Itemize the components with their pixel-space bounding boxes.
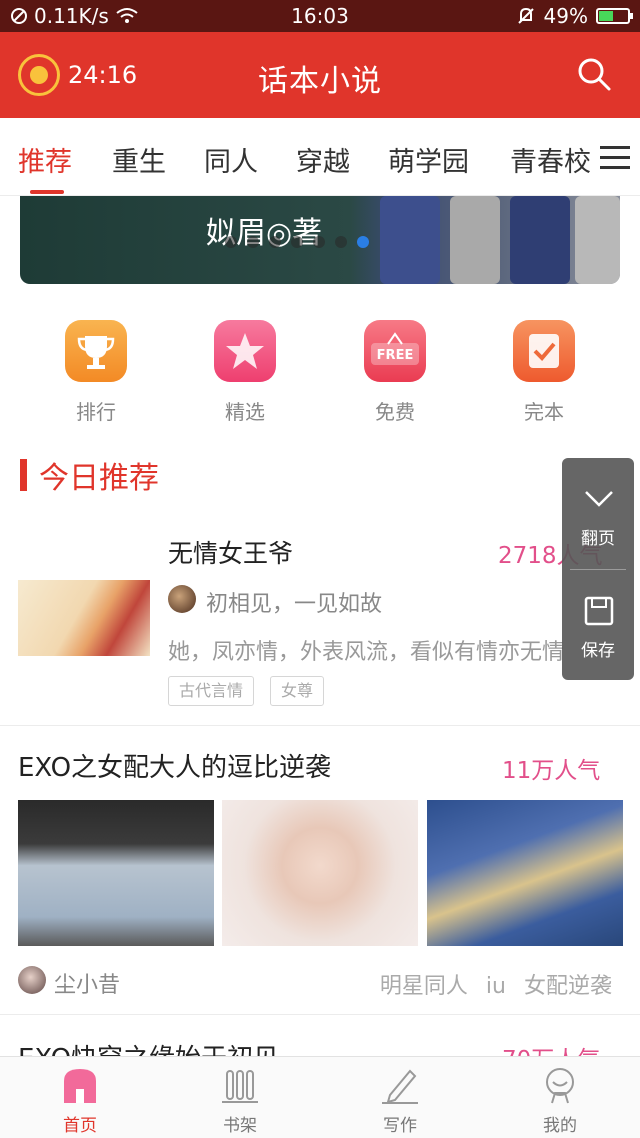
book-tag[interactable]: iu [486,974,506,999]
section-bar [20,459,27,491]
book-image [222,800,418,946]
quick-link-free[interactable]: FREE 免费 [345,320,445,425]
book-tag[interactable]: 古代言情 [168,676,255,706]
banner-figure [450,196,500,284]
carousel-dot[interactable] [313,236,325,248]
book-image [427,800,623,946]
quick-link-label: 精选 [225,400,265,424]
save-icon [584,596,614,626]
carousel-dot[interactable] [291,236,303,248]
star-icon [214,320,276,382]
carousel-dot[interactable] [357,236,369,248]
book-tags: 明星同人 iu 女配逆袭 [362,968,612,1000]
carousel-dots [225,236,369,248]
nav-label: 书架 [223,1116,257,1136]
tab-fanfic[interactable]: 同人 [204,140,258,179]
book-author: 尘小昔 [54,973,121,998]
carousel-dot[interactable] [247,236,259,248]
floating-panel: 翻页 保存 [562,458,634,680]
nav-label: 首页 [63,1116,97,1136]
book-tag[interactable]: 明星同人 [380,974,468,999]
battery-level [599,11,613,21]
chevron-down-icon [585,491,613,507]
nav-bookshelf[interactable]: 书架 [180,1057,300,1138]
carousel-dot[interactable] [225,236,237,248]
book-title: EXO之女配大人的逗比逆袭 [18,753,332,783]
quick-links: 排行 精选 FREE 免费 完本 [0,320,640,430]
status-bar: 0.11K/s 16:03 49% [0,0,640,32]
menu-icon[interactable] [600,146,630,170]
book-popularity: 70万人气 [502,1040,600,1056]
svg-text:FREE: FREE [377,348,414,363]
trophy-icon [65,320,127,382]
carousel-dot[interactable] [335,236,347,248]
book-description: 她，凤亦情，外表风流，看似有情亦无情 [168,640,565,665]
free-icon: FREE [364,320,426,382]
home-icon [64,1069,96,1103]
book-tag[interactable]: 女配逆袭 [524,974,612,999]
search-icon[interactable] [576,56,612,92]
status-right: 49% [516,4,633,28]
battery-icon [596,8,633,24]
tab-indicator [30,190,64,194]
nav-label: 我的 [543,1116,577,1136]
book-author: 初相见，一见如故 [206,592,383,617]
quick-link-featured[interactable]: 精选 [195,320,295,425]
book-title: EXO快穿之缘始于初见 [18,1038,279,1056]
category-tabs: 推荐 重生 同人 穿越 萌学园 青春校 [0,118,640,196]
tab-cute-academy[interactable]: 萌学园 [388,140,469,179]
book-image [18,800,214,946]
banner-figure [510,196,570,284]
section-title: 今日推荐 [20,456,159,496]
book-title: 无情女王爷 [168,539,294,568]
avatar [18,966,46,994]
bottom-nav: 首页 书架 写作 我的 [0,1056,640,1138]
avatar [168,585,196,613]
app-header: 24:16 话本小说 [0,32,640,118]
save-label: 保存 [581,641,615,661]
quick-link-label: 完本 [524,400,564,424]
carousel-dot[interactable] [269,236,281,248]
book-card[interactable]: EXO之女配大人的逗比逆袭 11万人气 尘小昔 明星同人 iu 女配逆袭 [0,727,640,1015]
nav-home[interactable]: 首页 [20,1057,140,1138]
banner-carousel[interactable]: 姒眉◎著 [20,196,620,284]
nav-label: 写作 [383,1116,417,1136]
book-card[interactable]: EXO快穿之缘始于初见 70万人气 [0,1016,640,1056]
page-turn-button[interactable]: 翻页 [562,458,634,568]
banner-figure [575,196,620,284]
nav-write[interactable]: 写作 [340,1057,460,1138]
mute-bell-icon [517,7,534,24]
quick-link-completed[interactable]: 完本 [494,320,594,425]
profile-icon [546,1068,574,1104]
tab-time-travel[interactable]: 穿越 [296,140,350,179]
tab-youth-campus[interactable]: 青春校 [510,140,591,179]
quick-link-ranking[interactable]: 排行 [46,320,146,425]
tab-recommend[interactable]: 推荐 [18,140,72,179]
banner-figure [380,196,440,284]
quick-link-label: 排行 [76,400,116,424]
book-cover [18,580,150,656]
quick-link-label: 免费 [375,400,415,424]
app-title: 话本小说 [258,64,382,99]
pen-icon [382,1069,418,1104]
save-button[interactable]: 保存 [562,570,634,680]
book-popularity: 11万人气 [502,758,601,784]
book-card[interactable]: 无情女王爷 2718人气 初相见，一见如故 她，凤亦情，外表风流，看似有情亦无情… [0,520,640,726]
book-tag[interactable]: 女尊 [270,676,325,706]
page-turn-label: 翻页 [581,529,615,549]
nav-profile[interactable]: 我的 [500,1057,620,1138]
bookshelf-icon [222,1070,258,1103]
check-icon [513,320,575,382]
tab-rebirth[interactable]: 重生 [112,140,166,179]
battery-percent: 49% [543,4,588,28]
section-title-text: 今日推荐 [39,461,159,496]
